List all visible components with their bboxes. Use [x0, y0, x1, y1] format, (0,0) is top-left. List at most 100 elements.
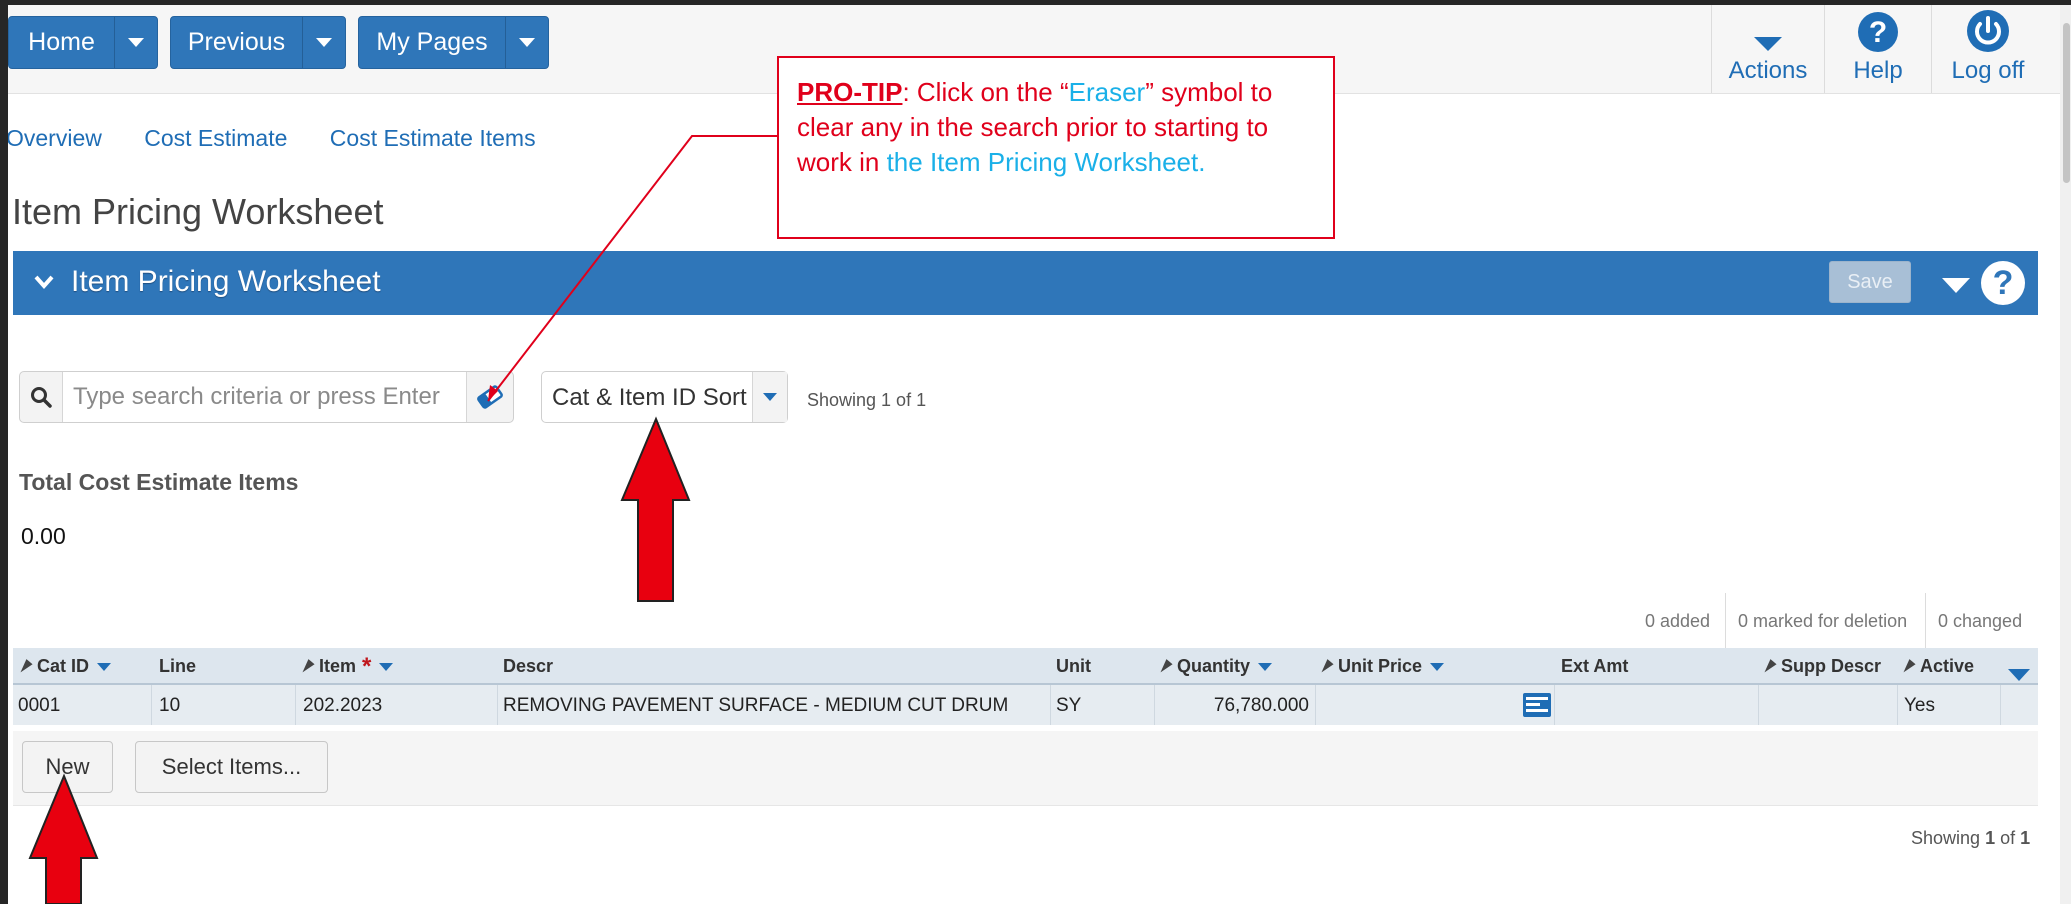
app-window: Home Previous My Pages Actions ? Help Lo…: [8, 5, 2071, 904]
chevron-down-icon[interactable]: [1752, 5, 1784, 53]
collapse-chevron-icon[interactable]: [33, 271, 55, 298]
breadcrumb-overview[interactable]: Overview: [8, 125, 102, 151]
result-count-prefix: Showing: [1911, 828, 1981, 848]
cell-descr[interactable]: REMOVING PAVEMENT SURFACE - MEDIUM CUT D…: [503, 695, 1008, 717]
sort-caret-icon[interactable]: [379, 662, 394, 671]
divider: [1925, 593, 1926, 649]
breadcrumb-cost-estimate[interactable]: Cost Estimate: [144, 125, 287, 151]
divider: [1725, 593, 1726, 649]
pencil-icon: [17, 658, 33, 675]
power-icon[interactable]: [1966, 5, 2010, 53]
price-lookup-icon[interactable]: [1523, 693, 1551, 723]
log-off-label[interactable]: Log off: [1952, 57, 2025, 85]
search-icon[interactable]: [20, 372, 62, 422]
home-dropdown-toggle[interactable]: [114, 17, 157, 68]
pencil-icon: [1157, 658, 1173, 675]
cell-unit[interactable]: SY: [1056, 695, 1081, 717]
panel-title[interactable]: Item Pricing Worksheet: [71, 265, 381, 299]
cell-item[interactable]: 202.2023: [303, 695, 382, 717]
sort-dropdown-toggle[interactable]: [752, 372, 787, 422]
column-supp-descr[interactable]: Supp Descr: [1761, 656, 1881, 677]
grid-footer: New Select Items...: [13, 731, 2038, 806]
table-row[interactable]: 0001 10 202.2023 REMOVING PAVEMENT SURFA…: [13, 685, 2038, 725]
home-button-label[interactable]: Home: [9, 17, 114, 68]
pencil-icon: [1761, 658, 1777, 675]
previous-dropdown-toggle[interactable]: [302, 17, 345, 68]
result-count-current: 1: [1985, 828, 1996, 848]
panel-header: Item Pricing Worksheet Save ?: [13, 251, 2038, 315]
my-pages-button-label[interactable]: My Pages: [359, 17, 505, 68]
actions-label[interactable]: Actions: [1729, 57, 1808, 85]
my-pages-button[interactable]: My Pages: [358, 16, 549, 69]
panel-options-caret-icon[interactable]: [1942, 278, 1970, 293]
new-button[interactable]: New: [22, 741, 113, 793]
divider: [1315, 685, 1316, 725]
column-label[interactable]: Quantity: [1177, 656, 1250, 677]
caret-down-icon: [519, 38, 535, 47]
column-cat-id[interactable]: Cat ID: [17, 656, 112, 677]
column-label[interactable]: Ext Amt: [1561, 656, 1628, 677]
panel-help-icon[interactable]: ?: [1981, 261, 2025, 305]
cell-quantity[interactable]: 76,780.000: [1161, 695, 1309, 717]
grid-column-menu-icon[interactable]: [2007, 668, 2031, 682]
result-count-of: of: [2000, 828, 2016, 848]
page-title: Item Pricing Worksheet: [12, 191, 384, 232]
changed-count: 0 changed: [1938, 610, 2023, 631]
search-input[interactable]: [62, 372, 467, 422]
column-active[interactable]: Active: [1900, 656, 1974, 677]
pro-tip-heading: PRO-TIP: [797, 77, 903, 107]
help-label[interactable]: Help: [1853, 57, 1902, 85]
column-quantity[interactable]: Quantity: [1157, 656, 1273, 677]
page-scrollbar[interactable]: [2060, 5, 2071, 904]
select-items-button[interactable]: Select Items...: [135, 741, 328, 793]
total-label: Total Cost Estimate Items: [19, 469, 299, 495]
column-label[interactable]: Descr: [503, 656, 553, 677]
svg-text:?: ?: [1869, 16, 1887, 49]
previous-button-label[interactable]: Previous: [171, 17, 302, 68]
caret-down-icon: [316, 38, 332, 47]
divider: [1758, 685, 1759, 725]
pencil-icon: [1900, 658, 1916, 675]
pro-tip-text: : Click on the “: [902, 77, 1069, 107]
breadcrumb-cost-estimate-items[interactable]: Cost Estimate Items: [330, 125, 536, 151]
column-label[interactable]: Cat ID: [37, 656, 89, 677]
home-button[interactable]: Home: [8, 16, 158, 69]
sort-caret-icon[interactable]: [97, 662, 112, 671]
column-unit[interactable]: Unit: [1056, 656, 1091, 677]
previous-button[interactable]: Previous: [170, 16, 346, 69]
divider: [151, 685, 152, 725]
column-line[interactable]: Line: [159, 656, 196, 677]
column-label[interactable]: Item: [319, 656, 356, 677]
column-item[interactable]: Item *: [299, 652, 394, 680]
column-label[interactable]: Unit: [1056, 656, 1091, 677]
cell-cat-id[interactable]: 0001: [18, 695, 60, 717]
save-button[interactable]: Save: [1829, 261, 1911, 303]
my-pages-dropdown-toggle[interactable]: [505, 17, 548, 68]
eraser-icon[interactable]: [470, 382, 510, 412]
question-circle-icon[interactable]: ?: [1857, 5, 1899, 53]
required-icon: *: [362, 652, 372, 680]
column-descr[interactable]: Descr: [503, 656, 553, 677]
cell-line[interactable]: 10: [159, 695, 180, 717]
help-menu[interactable]: ? Help: [1825, 5, 1931, 93]
sort-caret-icon[interactable]: [1258, 662, 1273, 671]
cell-active[interactable]: Yes: [1904, 695, 1935, 717]
column-label[interactable]: Supp Descr: [1781, 656, 1881, 677]
actions-menu[interactable]: Actions: [1712, 5, 1824, 93]
result-count-total: 1: [2020, 828, 2031, 848]
divider: [497, 685, 498, 725]
column-label[interactable]: Line: [159, 656, 196, 677]
column-label[interactable]: Active: [1920, 656, 1974, 677]
column-label[interactable]: Unit Price: [1338, 656, 1422, 677]
caret-down-icon: [128, 38, 144, 47]
grid-result-count: Showing 1 of 1: [1911, 828, 2030, 849]
column-unit-price[interactable]: Unit Price: [1318, 656, 1445, 677]
column-ext-amt[interactable]: Ext Amt: [1561, 656, 1628, 677]
sort-caret-icon[interactable]: [1430, 662, 1445, 671]
log-off-menu[interactable]: Log off: [1932, 5, 2044, 93]
sort-select[interactable]: Cat & Item ID Sort: [541, 371, 788, 423]
scrollbar-thumb[interactable]: [2063, 23, 2070, 183]
breadcrumb: Overview Cost Estimate Cost Estimate Ite…: [8, 125, 572, 152]
caret-down-icon: [763, 393, 777, 401]
sort-select-value[interactable]: Cat & Item ID Sort: [552, 384, 747, 412]
